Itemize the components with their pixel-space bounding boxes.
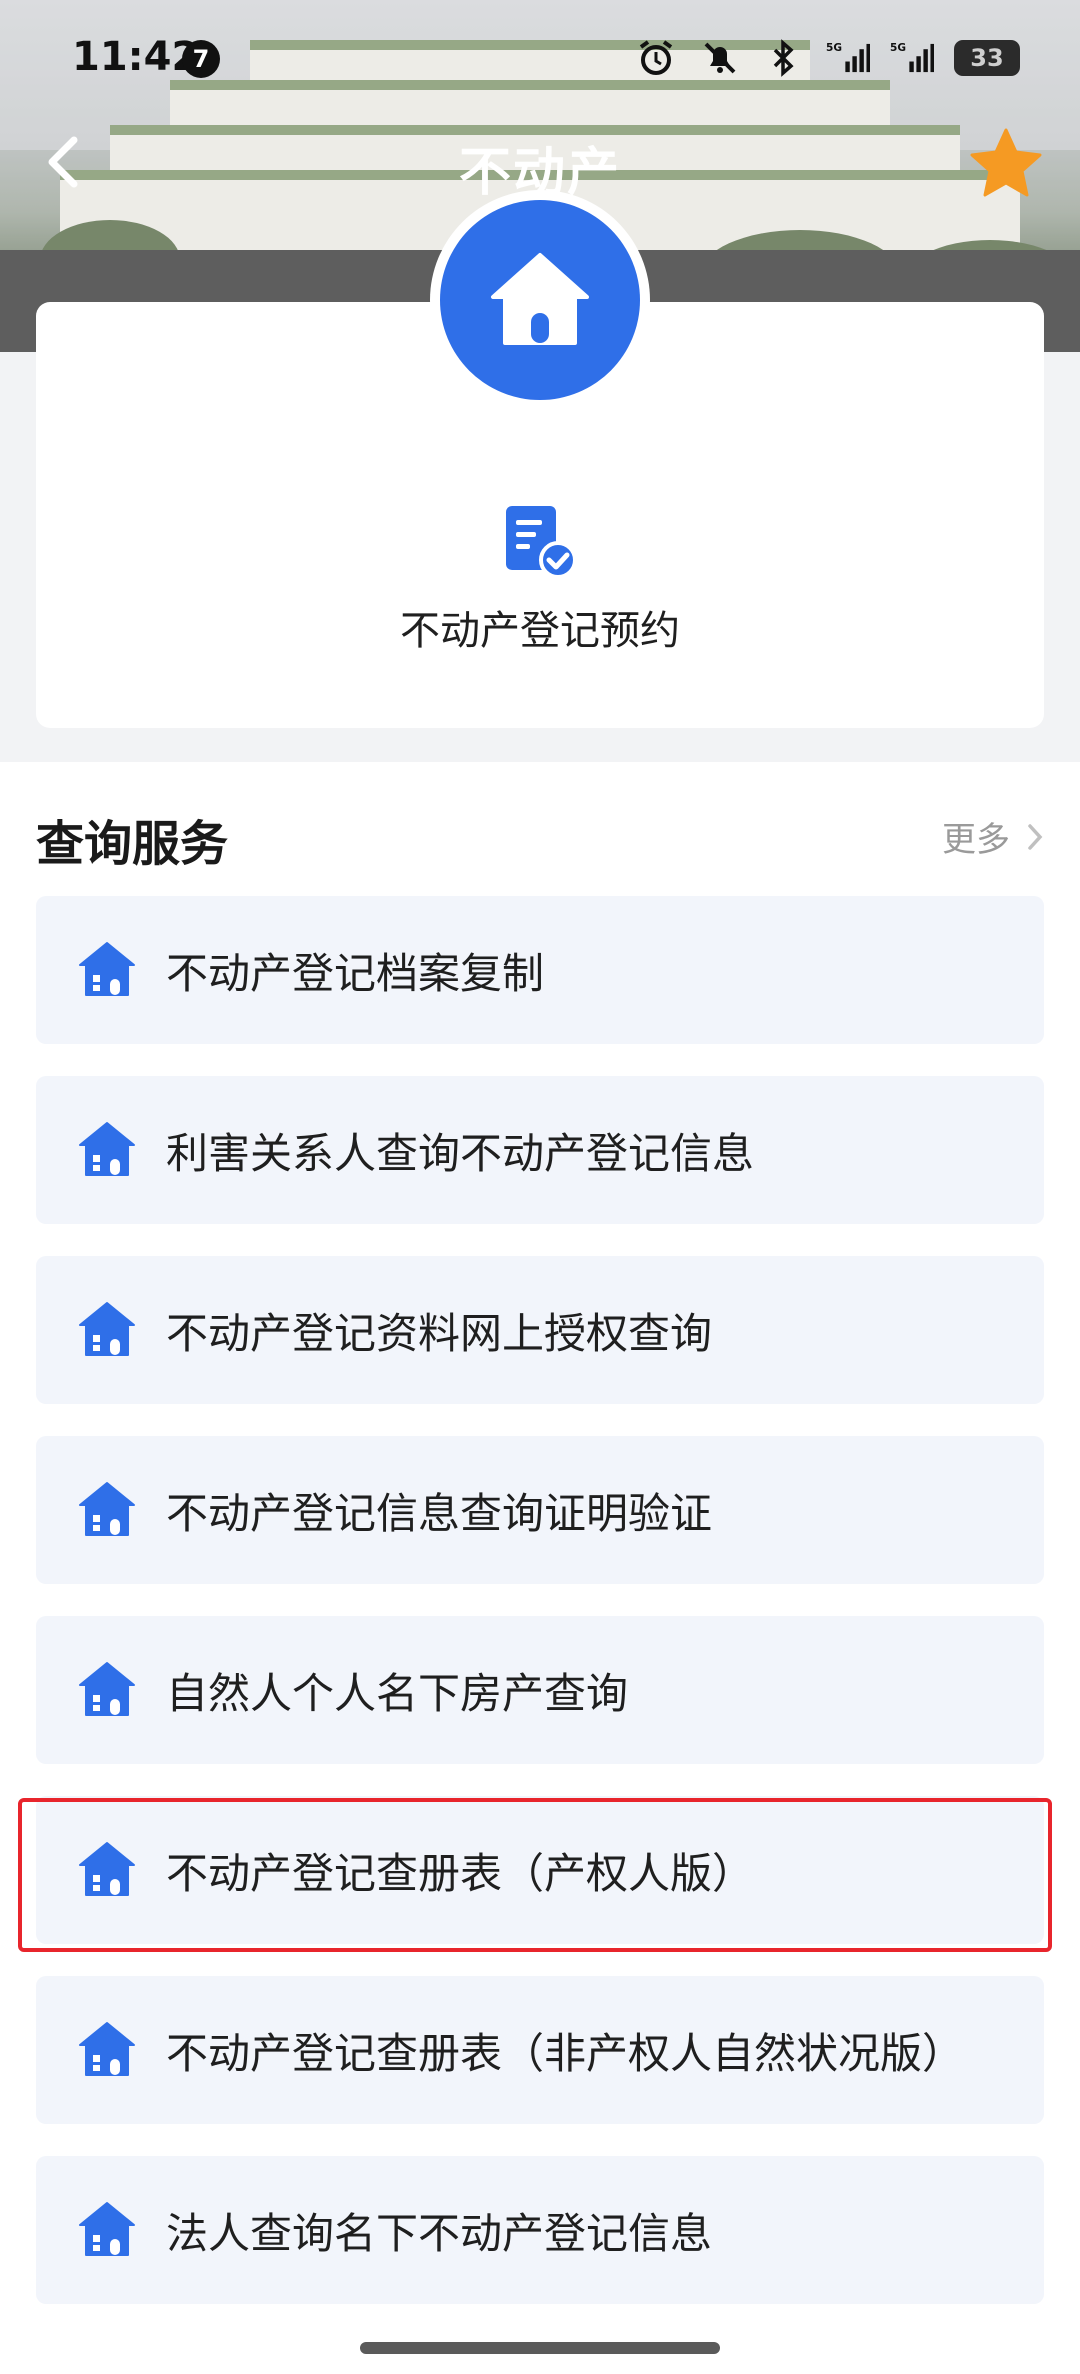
status-bar: 11:42 7 5G 5G 33 — [0, 0, 1080, 120]
house-service-icon — [79, 2202, 135, 2256]
service-item[interactable]: 不动产登记档案复制 — [36, 896, 1044, 1044]
bluetooth-icon — [762, 36, 806, 80]
more-link[interactable]: 更多 — [942, 812, 1044, 861]
house-badge — [440, 200, 640, 400]
notification-count-badge: 7 — [182, 40, 220, 78]
house-icon — [491, 253, 589, 345]
service-item[interactable]: 自然人个人名下房产查询 — [36, 1616, 1044, 1764]
service-item[interactable]: 法人查询名下不动产登记信息 — [36, 2156, 1044, 2304]
service-item-label: 自然人个人名下房产查询 — [166, 1668, 629, 1718]
svg-text:5G: 5G — [890, 42, 906, 54]
favorite-star-icon[interactable] — [966, 124, 1046, 204]
service-item-label: 不动产登记资料网上授权查询 — [166, 1308, 713, 1358]
service-item[interactable]: 不动产登记信息查询证明验证 — [36, 1436, 1044, 1584]
service-item[interactable]: 不动产登记查册表（非产权人自然状况版） — [36, 1976, 1044, 2124]
house-service-icon — [79, 1482, 135, 1536]
house-service-icon — [79, 1122, 135, 1176]
selection-highlight — [18, 1798, 1052, 1952]
signal-5g-icon: 5G — [826, 36, 870, 80]
house-service-icon — [79, 942, 135, 996]
appointment-label[interactable]: 不动产登记预约 — [36, 598, 1044, 656]
service-item-label: 利害关系人查询不动产登记信息 — [166, 1128, 755, 1178]
service-item-label: 法人查询名下不动产登记信息 — [166, 2208, 713, 2258]
svg-text:5G: 5G — [826, 42, 842, 54]
house-service-icon — [79, 1302, 135, 1356]
battery-level: 33 — [970, 44, 1004, 72]
service-item-label: 不动产登记档案复制 — [166, 948, 545, 998]
mute-bell-icon — [698, 36, 742, 80]
service-item[interactable]: 不动产登记资料网上授权查询 — [36, 1256, 1044, 1404]
house-service-icon — [79, 1662, 135, 1716]
appointment-document-icon[interactable] — [502, 504, 578, 580]
alarm-icon — [634, 36, 678, 80]
service-item-label: 不动产登记查册表（非产权人自然状况版） — [166, 2028, 965, 2078]
home-indicator[interactable] — [360, 2342, 720, 2354]
house-service-icon — [79, 2022, 135, 2076]
status-time: 11:42 — [72, 34, 200, 80]
chevron-right-icon — [1028, 823, 1043, 850]
query-services-title: 查询服务 — [36, 816, 229, 872]
service-item-label: 不动产登记信息查询证明验证 — [166, 1488, 713, 1538]
service-item[interactable]: 利害关系人查询不动产登记信息 — [36, 1076, 1044, 1224]
signal-5g-icon-2: 5G — [890, 36, 934, 80]
battery-icon: 33 — [954, 40, 1020, 76]
more-label: 更多 — [942, 820, 1010, 860]
